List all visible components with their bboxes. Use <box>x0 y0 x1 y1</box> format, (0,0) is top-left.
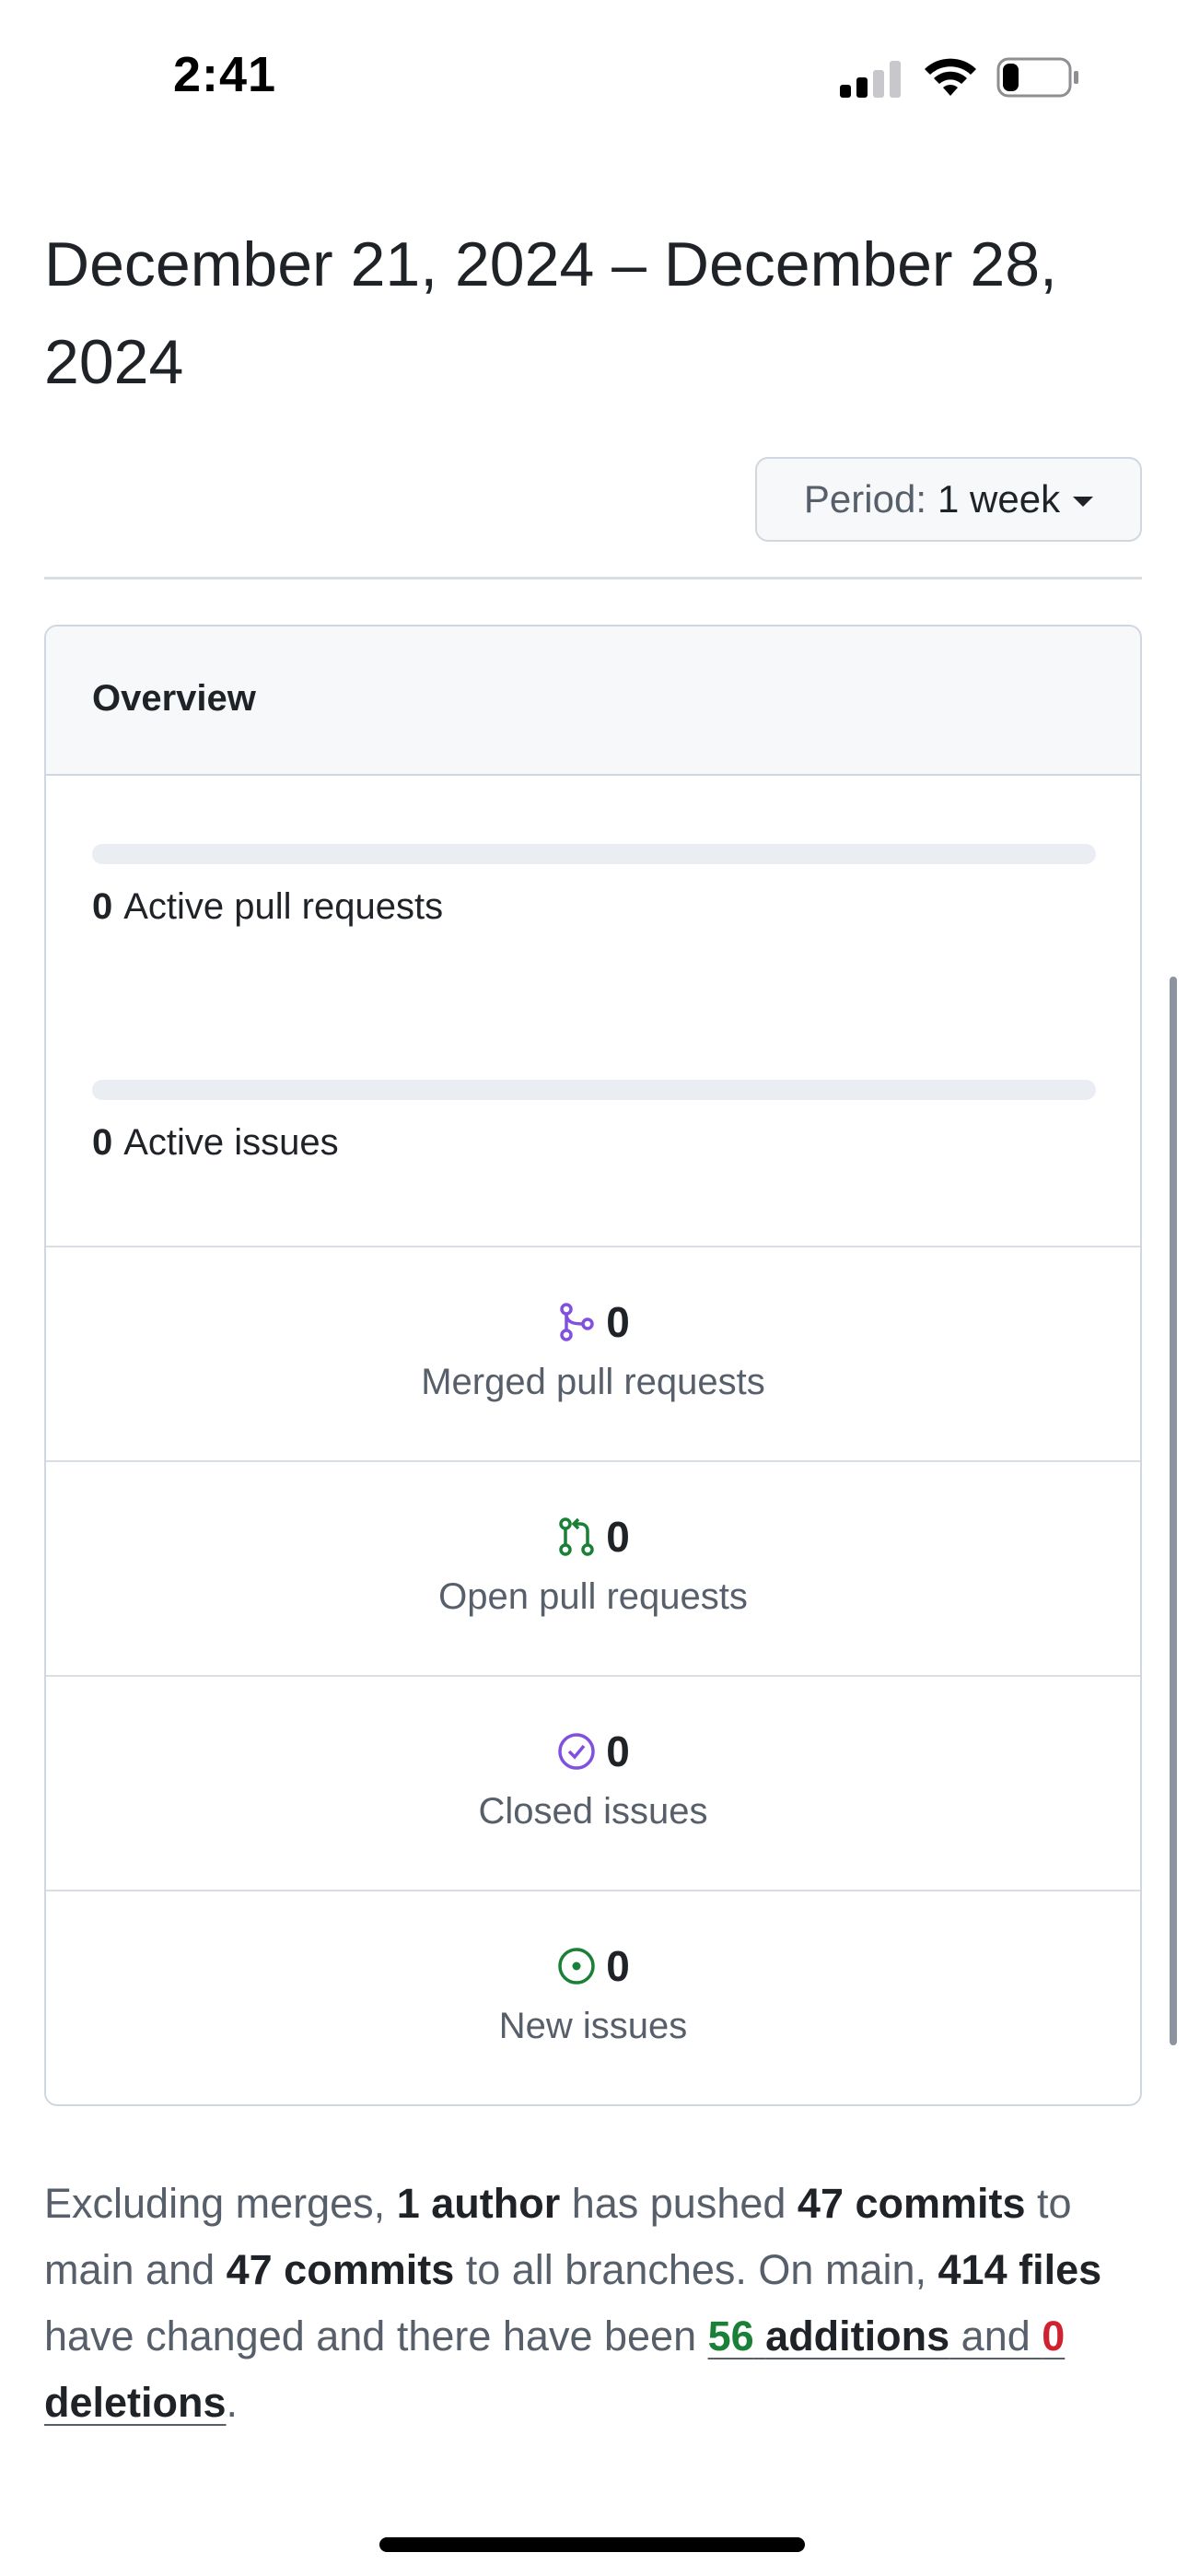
battery-icon <box>996 57 1078 98</box>
summary-text: Excluding merges, <box>44 2180 397 2227</box>
status-bar: 2:41 <box>0 0 1188 138</box>
git-pull-request-icon <box>559 1517 594 1556</box>
new-issues-label: New issues <box>498 2006 688 2046</box>
issue-closed-icon <box>558 1733 595 1770</box>
overview-header: Overview <box>46 626 1140 776</box>
deletions-count: 0 <box>1042 2313 1066 2359</box>
merged-pull-requests-count: 0 <box>606 1298 630 1346</box>
period-label: Period: <box>803 477 926 521</box>
summary-text: have changed and there have been <box>44 2313 708 2359</box>
signal-bar <box>856 77 868 98</box>
stat-line: 0 <box>46 1727 1140 1776</box>
open-pull-requests-label: Open pull requests <box>438 1576 748 1617</box>
summary-text: has pushed <box>560 2180 798 2227</box>
open-pull-requests-count: 0 <box>606 1513 630 1561</box>
authors-count: 1 author <box>396 2180 561 2227</box>
caret-down-icon <box>1073 496 1094 507</box>
active-issues-label: Active issues <box>123 1122 339 1163</box>
additions-link[interactable]: 56 additions <box>708 2313 950 2359</box>
additions-count: 56 <box>707 2313 754 2359</box>
signal-bar <box>873 70 884 98</box>
overview-panel: Overview 0 Active pull requests 0 Active i… <box>44 625 1142 2106</box>
active-pull-requests-label: Active pull requests <box>123 886 444 927</box>
active-issues-count: 0 <box>92 1122 113 1163</box>
signal-bar <box>840 85 851 98</box>
closed-issues-count: 0 <box>606 1727 630 1775</box>
summary-text: to all branches. On main, <box>454 2246 938 2293</box>
stat-line: 0 <box>46 1297 1140 1347</box>
cellular-signal-icon <box>840 61 903 98</box>
signal-bar <box>890 61 901 98</box>
merged-pull-requests-label: Merged pull requests <box>421 1362 765 1402</box>
home-indicator[interactable] <box>379 2537 805 2552</box>
wifi-icon <box>925 58 976 96</box>
closed-issues-stat[interactable]: 0 Closed issues <box>46 1675 1140 1890</box>
date-range-heading: December 21, 2024 – December 28, 2024 <box>44 229 1057 397</box>
issue-opened-icon <box>558 1948 595 1985</box>
active-issues-bar <box>92 1080 1096 1100</box>
commits-main-count: 47 commits <box>797 2180 1026 2227</box>
open-pull-requests-stat[interactable]: 0 Open pull requests <box>46 1460 1140 1675</box>
merged-pull-requests-stat[interactable]: 0 Merged pull requests <box>46 1246 1140 1460</box>
stat-line: 0 <box>46 1941 1140 1991</box>
active-pull-requests-link[interactable]: 0 Active pull requests <box>92 886 443 928</box>
files-changed-count: 414 files <box>938 2246 1102 2293</box>
status-time: 2:41 <box>173 47 277 102</box>
closed-issues-label: Closed issues <box>478 1791 708 1832</box>
git-merge-icon <box>560 1303 594 1341</box>
battery-level <box>1003 64 1019 91</box>
period-dropdown-button[interactable]: Period: 1 week <box>755 457 1142 542</box>
overview-title: Overview <box>92 678 256 719</box>
summary-text: . <box>226 2379 239 2426</box>
commits-all-count: 47 commits <box>226 2246 455 2293</box>
new-issues-stat[interactable]: 0 New issues <box>46 1890 1140 2104</box>
stat-line: 0 <box>46 1512 1140 1562</box>
additions-word: additions <box>765 2313 950 2359</box>
divider <box>44 577 1142 580</box>
active-pull-requests-bar <box>92 844 1096 864</box>
new-issues-count: 0 <box>606 1942 630 1990</box>
summary-text: and <box>949 2313 1042 2359</box>
period-value: 1 week <box>938 477 1061 521</box>
active-pull-requests-count: 0 <box>92 886 113 927</box>
deletions-word: deletions <box>44 2379 227 2426</box>
active-issues-link[interactable]: 0 Active issues <box>92 1122 339 1164</box>
commit-summary: Excluding merges, 1 author has pushed 47… <box>44 2171 1149 2436</box>
vertical-scrollbar[interactable] <box>1170 977 1177 2045</box>
